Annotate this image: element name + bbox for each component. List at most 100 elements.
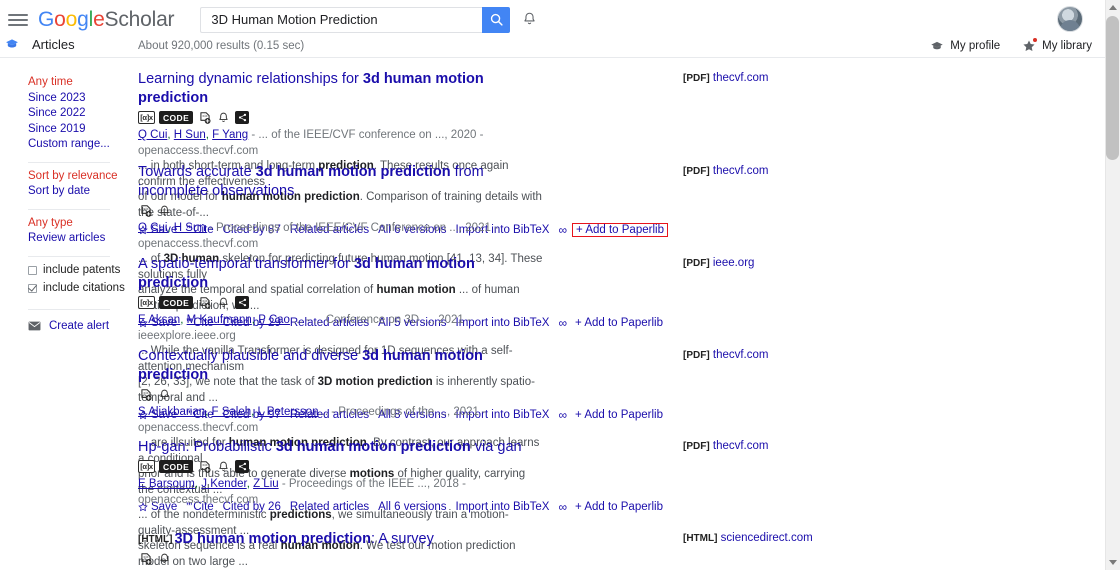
result-title-link[interactable]: Learning dynamic relationships for 3d hu…: [138, 70, 543, 108]
code-badge-icon[interactable]: CODE: [159, 111, 194, 124]
source-kind-label: [PDF]: [683, 166, 710, 177]
result-title-link[interactable]: Towards accurate 3d human motion predict…: [138, 163, 543, 201]
envelope-icon: [28, 321, 41, 331]
share-badge-icon[interactable]: [235, 111, 250, 124]
scroll-up-arrow-icon[interactable]: [1109, 5, 1117, 10]
checkbox-label-citations: include citations: [43, 282, 125, 294]
svg-text:<>: <>: [143, 206, 149, 211]
filter-sort-relevance[interactable]: Sort by relevance: [28, 169, 133, 185]
code-badge-icon[interactable]: CODE: [159, 296, 194, 309]
more-options-icon[interactable]: ∞: [558, 316, 567, 330]
result-author-link[interactable]: F Yang: [212, 129, 248, 141]
my-library-link[interactable]: My library: [1022, 38, 1092, 53]
result-title-link[interactable]: Hp-gan: Probabilistic 3d human motion pr…: [138, 438, 543, 457]
checkbox-include-patents[interactable]: include patents: [28, 263, 133, 279]
more-options-icon[interactable]: ∞: [558, 408, 567, 422]
scrollbar-thumb[interactable]: [1106, 16, 1119, 160]
result-author-link[interactable]: F Saleh: [212, 406, 252, 418]
result-title-link[interactable]: A spatio-temporal transformer for 3d hum…: [138, 255, 543, 293]
bell-alert-icon[interactable]: [157, 387, 172, 402]
add-to-paperlib-button[interactable]: + Add to Paperlib: [572, 223, 668, 237]
result-author-link[interactable]: H Sun: [174, 222, 206, 234]
my-profile-link[interactable]: My profile: [930, 39, 1000, 53]
svg-text:<>: <>: [202, 298, 208, 303]
nav-item-articles[interactable]: Articles: [5, 37, 75, 52]
result-source-link[interactable]: [PDF] thecvf.com: [683, 72, 768, 84]
result-source-link[interactable]: [PDF] thecvf.com: [683, 349, 768, 361]
logo-letter-o2: o: [65, 7, 78, 31]
scroll-down-arrow-icon[interactable]: [1109, 560, 1117, 565]
results-count-text: About 920,000 results (0.15 sec): [138, 40, 305, 52]
bell-alert-icon[interactable]: [216, 110, 231, 125]
alpha-x-badge-icon[interactable]: [α]x: [138, 111, 155, 124]
search-box[interactable]: [200, 6, 483, 33]
filter-sort-date[interactable]: Sort by date: [28, 184, 133, 200]
vertical-scrollbar[interactable]: [1105, 0, 1120, 570]
result-source-link[interactable]: [PDF] thecvf.com: [683, 440, 768, 452]
google-scholar-logo[interactable]: GoogleScholar: [38, 7, 175, 32]
add-citation-icon[interactable]: <>: [138, 387, 153, 402]
result-title-link[interactable]: [HTML] 3D human motion prediction: A surv…: [138, 530, 543, 549]
filter-since-2022[interactable]: Since 2022: [28, 106, 133, 122]
bell-alert-icon[interactable]: [157, 203, 172, 218]
more-options-icon[interactable]: ∞: [558, 223, 567, 237]
result-source-link[interactable]: [HTML] sciencedirect.com: [683, 532, 813, 544]
svg-text:<>: <>: [202, 113, 208, 118]
share-badge-icon[interactable]: [235, 460, 250, 473]
sort-filter-group: Sort by relevance Sort by date: [28, 169, 133, 205]
bell-alert-icon[interactable]: [216, 459, 231, 474]
alerts-bell-button[interactable]: [521, 11, 538, 28]
add-citation-icon[interactable]: <>: [197, 110, 212, 125]
result-author-link[interactable]: Q Cui: [138, 222, 167, 234]
add-citation-icon[interactable]: <>: [197, 295, 212, 310]
filter-custom-range[interactable]: Custom range...: [28, 137, 133, 153]
result-source-link[interactable]: [PDF] thecvf.com: [683, 165, 768, 177]
hamburger-menu-icon[interactable]: [8, 12, 28, 28]
alpha-x-badge-icon[interactable]: [α]x: [138, 460, 155, 473]
result-author-link[interactable]: E Aksan: [138, 314, 180, 326]
result-author-link[interactable]: M Kaufmann: [187, 314, 252, 326]
checkbox-box-patents[interactable]: [28, 265, 37, 275]
code-badge-icon[interactable]: CODE: [159, 460, 194, 473]
result-title-highlight: 3d human motion prediction: [275, 439, 471, 455]
result-author-link[interactable]: E Barsoum: [138, 478, 195, 490]
add-citation-icon[interactable]: <>: [197, 459, 212, 474]
more-options-icon[interactable]: ∞: [558, 500, 567, 514]
add-citation-icon[interactable]: <>: [138, 551, 153, 566]
filter-review-articles[interactable]: Review articles: [28, 231, 133, 247]
result-source-link[interactable]: [PDF] ieee.org: [683, 257, 754, 269]
add-to-paperlib-button[interactable]: + Add to Paperlib: [575, 501, 663, 513]
create-alert-button[interactable]: Create alert: [28, 319, 133, 335]
result-title-link[interactable]: Contextually plausible and diverse 3d hu…: [138, 347, 543, 385]
user-avatar[interactable]: [1057, 6, 1083, 32]
add-citation-icon[interactable]: <>: [138, 203, 153, 218]
filter-any-time[interactable]: Any time: [28, 75, 133, 91]
result-author-link[interactable]: L Petersson: [258, 406, 319, 418]
checkbox-box-citations[interactable]: [28, 284, 37, 294]
source-host-label: thecvf.com: [712, 165, 769, 177]
my-profile-label: My profile: [950, 40, 1001, 52]
result-author-link[interactable]: S Aliakbarian: [138, 406, 205, 418]
bell-alert-icon[interactable]: [157, 551, 172, 566]
result-author-link[interactable]: H Sun: [174, 129, 206, 141]
result-author-link[interactable]: J Kender: [201, 478, 246, 490]
result-meta-line: E Aksan, M Kaufmann, P Cao ... - ... Con…: [138, 314, 471, 342]
alpha-x-badge-icon[interactable]: [α]x: [138, 296, 155, 309]
result-title-highlight: 3D human motion prediction: [174, 531, 371, 547]
checkbox-include-citations[interactable]: include citations: [28, 281, 133, 297]
result-author-link[interactable]: Z Liu: [253, 478, 279, 490]
search-input[interactable]: [209, 11, 475, 28]
bell-alert-icon[interactable]: [216, 295, 231, 310]
add-to-paperlib-button[interactable]: + Add to Paperlib: [575, 317, 663, 329]
share-badge-icon[interactable]: [235, 296, 250, 309]
search-button[interactable]: [482, 6, 511, 33]
add-to-paperlib-button[interactable]: + Add to Paperlib: [575, 409, 663, 421]
result-title-post: : A survey: [371, 531, 434, 547]
source-host-label: thecvf.com: [712, 349, 769, 361]
filter-since-2023[interactable]: Since 2023: [28, 91, 133, 107]
filter-since-2019[interactable]: Since 2019: [28, 122, 133, 138]
filter-any-type[interactable]: Any type: [28, 216, 133, 232]
result-author-link[interactable]: Q Cui: [138, 129, 167, 141]
svg-text:<>: <>: [202, 462, 208, 467]
result-author-link[interactable]: P Cao: [258, 314, 290, 326]
